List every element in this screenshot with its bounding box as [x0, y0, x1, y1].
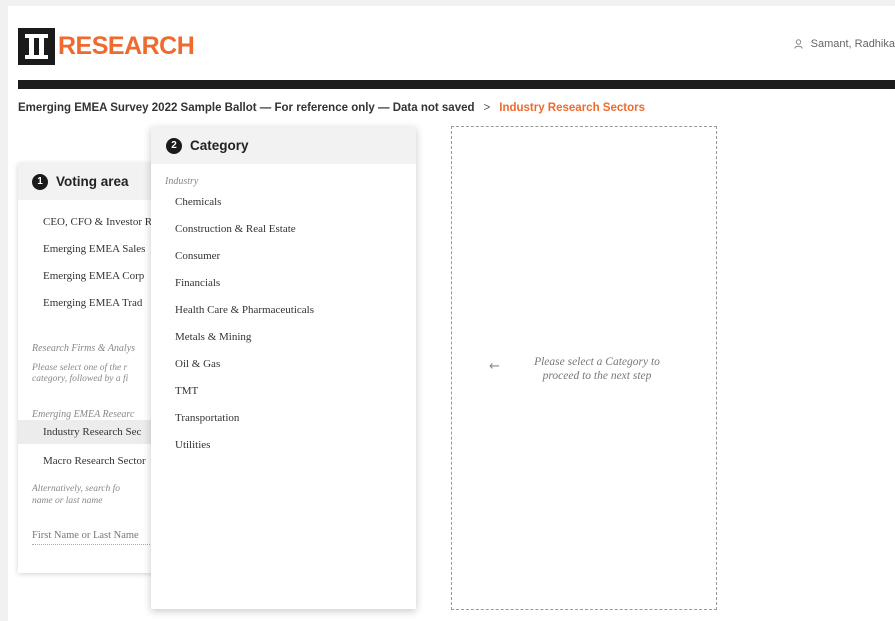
breadcrumb-current: Industry Research Sectors [499, 102, 645, 114]
category-item-utilities[interactable]: Utilities [175, 439, 210, 451]
next-step-panel: ← Please select a Category to proceed to… [451, 126, 717, 610]
voting-item-sales[interactable]: Emerging EMEA Sales [43, 243, 145, 255]
logo-mark [18, 28, 55, 65]
category-item-tmt[interactable]: TMT [175, 385, 198, 397]
category-item-financials[interactable]: Financials [175, 277, 220, 289]
next-step-message: Please select a Category to proceed to t… [534, 356, 660, 382]
name-search-input[interactable] [32, 530, 162, 545]
step-number-2: 2 [166, 137, 182, 154]
voting-item-trading[interactable]: Emerging EMEA Trad [43, 297, 142, 309]
voting-area-header: 1 Voting area [18, 163, 164, 200]
category-panel: 2 Category Industry Chemicals Constructi… [151, 127, 416, 609]
logo[interactable]: RESEARCH [18, 28, 195, 65]
category-item-transportation[interactable]: Transportation [175, 412, 239, 424]
voting-item-macro-research[interactable]: Macro Research Sector [43, 455, 146, 467]
header: RESEARCH Samant, Radhika [8, 6, 895, 80]
research-help-line-2: category, followed by a fi [32, 374, 129, 384]
breadcrumb-separator: > [483, 102, 491, 114]
category-item-construction[interactable]: Construction & Real Estate [175, 223, 296, 235]
research-help-line-1: Please select one of the r [32, 363, 128, 373]
voting-item-corporate[interactable]: Emerging EMEA Corp [43, 270, 144, 282]
header-divider [18, 80, 895, 89]
category-subtitle: Industry [165, 176, 199, 187]
category-item-health-care[interactable]: Health Care & Pharmaceuticals [175, 304, 314, 316]
category-item-metals-mining[interactable]: Metals & Mining [175, 331, 251, 343]
voting-item-industry-research[interactable]: Industry Research Sec [43, 426, 141, 438]
voting-item-ceo-cfo[interactable]: CEO, CFO & Investor R [43, 216, 152, 228]
breadcrumb: Emerging EMEA Survey 2022 Sample Ballot … [18, 102, 645, 114]
arrow-left-icon: ← [489, 359, 500, 374]
search-help-line-1: Alternatively, search fo [32, 484, 121, 494]
category-header: 2 Category [151, 127, 416, 164]
page: RESEARCH Samant, Radhika Emerging EMEA S… [8, 6, 895, 621]
research-section-label: Emerging EMEA Researc [32, 409, 135, 420]
category-item-oil-gas[interactable]: Oil & Gas [175, 358, 220, 370]
voting-area-panel: 1 Voting area CEO, CFO & Investor R Emer… [18, 163, 164, 573]
user-icon [793, 39, 803, 49]
category-item-chemicals[interactable]: Chemicals [175, 196, 221, 208]
search-help-line-2: name or last name [32, 496, 103, 506]
step-number-1: 1 [32, 173, 48, 190]
voting-area-title: Voting area [56, 174, 129, 189]
user-name: Samant, Radhika [810, 38, 895, 50]
category-item-consumer[interactable]: Consumer [175, 250, 220, 262]
research-firms-label: Research Firms & Analys [32, 343, 136, 354]
user-menu[interactable]: Samant, Radhika [793, 38, 895, 50]
logo-text: RESEARCH [58, 32, 195, 60]
category-title: Category [190, 138, 249, 153]
breadcrumb-survey[interactable]: Emerging EMEA Survey 2022 Sample Ballot … [18, 102, 475, 114]
